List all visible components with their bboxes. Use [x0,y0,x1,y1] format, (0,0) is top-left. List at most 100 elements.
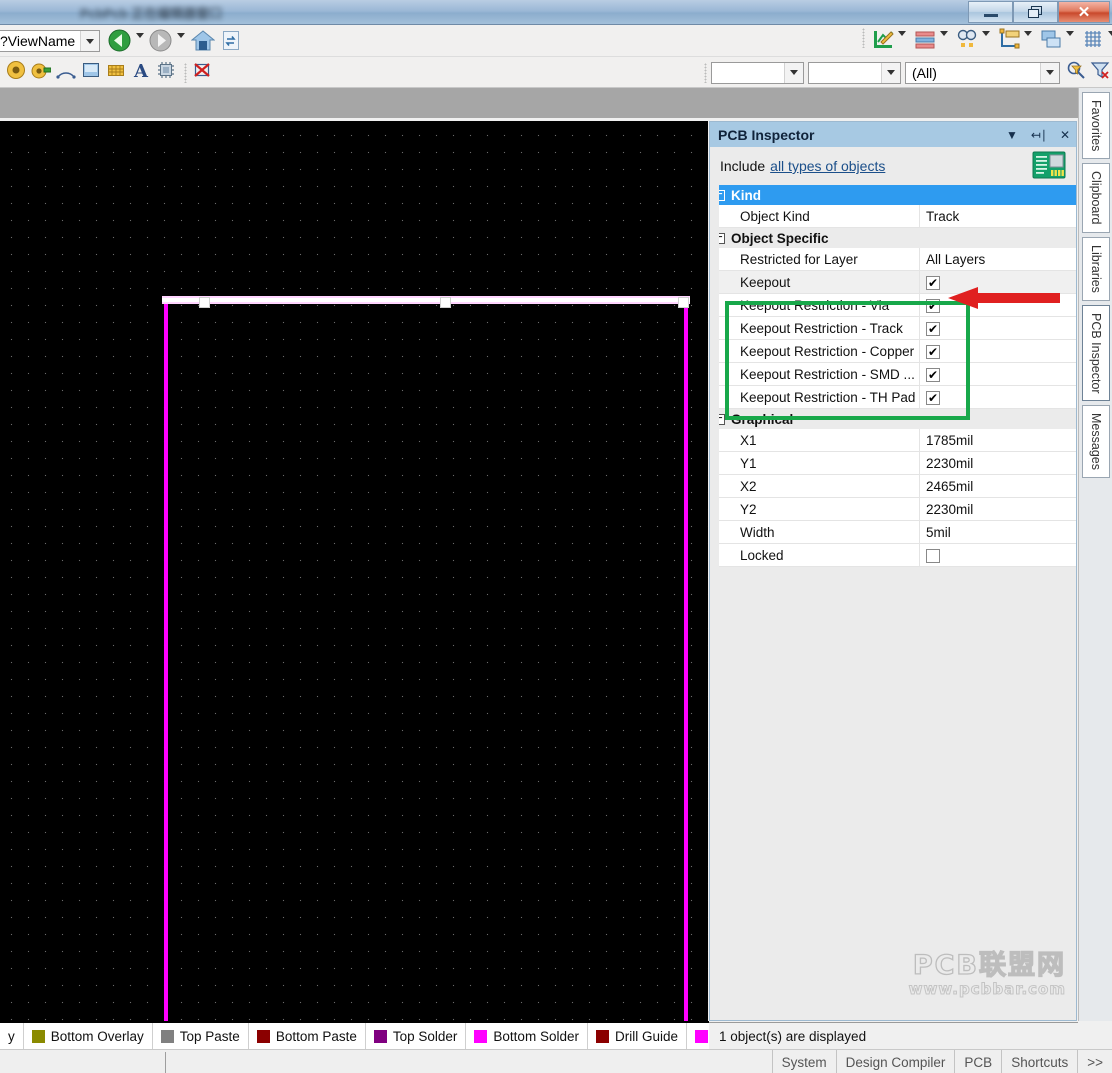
design-rule-check-button[interactable] [872,28,898,55]
chevron-down-icon[interactable] [1040,62,1059,83]
clear-violations-button[interactable] [192,60,212,85]
arc-button[interactable] [56,60,76,85]
drc-dropdown[interactable] [898,30,914,54]
layer-tab-bottom-overlay[interactable]: Bottom Overlay [24,1023,153,1049]
property-row[interactable]: Locked [710,543,1076,567]
component-button[interactable] [156,60,176,85]
property-row[interactable]: Keepout Restriction - SMD ... ✔ [710,362,1076,386]
back-history-dropdown[interactable] [136,33,144,56]
grid-dropdown[interactable] [1108,30,1112,54]
property-row[interactable]: Keepout Restriction - Track ✔ [710,316,1076,340]
filter-gripper[interactable] [704,62,707,83]
property-group-header-graphical[interactable]: − Graphical [710,409,1076,429]
checkbox-checked[interactable]: ✔ [926,298,940,313]
property-value[interactable]: ✔ [920,363,1076,386]
property-row[interactable]: Keepout Restriction - TH Pad ✔ [710,385,1076,409]
property-value[interactable]: ✔ [920,386,1076,409]
chevron-down-icon[interactable]: ▼ [1006,129,1018,141]
bottom-tab-pcb[interactable]: PCB [954,1050,1001,1073]
bottom-tab--[interactable]: >> [1077,1050,1112,1073]
chevron-down-icon[interactable] [80,31,99,51]
selection-handle-mid[interactable] [440,297,451,308]
panel-tab-favorites[interactable]: Favorites [1082,92,1110,160]
property-row[interactable]: Object Kind Track [710,204,1076,228]
property-value[interactable]: ✔ [920,294,1076,317]
property-group-header-object-specific[interactable]: − Object Specific [710,228,1076,248]
property-row[interactable]: X2 2465mil [710,474,1076,498]
string-button[interactable]: A [131,60,151,85]
checkbox-checked[interactable]: ✔ [926,275,940,290]
layer-tab-drill-guide[interactable]: Drill Guide [588,1023,687,1049]
property-row[interactable]: Y1 2230mil [710,451,1076,475]
layer-tab-top-paste[interactable]: Top Paste [153,1023,249,1049]
layer-tab-y[interactable]: y [0,1023,24,1049]
keepout-rectangle[interactable] [164,300,688,1021]
property-value[interactable]: 2465mil [920,475,1076,498]
fill-button[interactable] [81,60,101,85]
pcb-board-icon[interactable] [1032,151,1066,179]
find-similar-dropdown[interactable] [982,30,998,54]
property-row[interactable]: X1 1785mil [710,428,1076,452]
bottom-tab-design-compiler[interactable]: Design Compiler [835,1050,955,1073]
panels-button[interactable] [1040,28,1066,55]
refresh-document-button[interactable] [222,30,242,56]
property-value[interactable]: Track [920,205,1076,228]
apply-filter-button[interactable] [1066,60,1086,85]
property-row[interactable]: Width 5mil [710,520,1076,544]
polygon-pour-button[interactable] [106,60,126,85]
property-row[interactable]: Keepout Restriction - Via ✔ [710,293,1076,317]
grid-button[interactable] [1082,28,1108,55]
close-icon[interactable]: ✕ [1060,129,1070,141]
property-value[interactable]: 2230mil [920,498,1076,521]
include-types-link[interactable]: all types of objects [770,158,885,174]
toolbar-gripper-2[interactable] [184,62,187,83]
view-name-combo[interactable]: c?ViewName [0,30,100,52]
selection-handle-right[interactable] [678,297,689,308]
filter-scope-field[interactable] [711,61,804,84]
bottom-tab-shortcuts[interactable]: Shortcuts [1001,1050,1077,1073]
selected-track-segment[interactable] [162,296,690,304]
home-button[interactable] [169,29,216,57]
measure-button[interactable] [998,28,1024,55]
panel-tab-pcb-inspector[interactable]: PCB Inspector [1082,304,1110,402]
find-similar-objects-button[interactable] [956,28,982,55]
filter-net-field[interactable]: (All) [905,61,1060,84]
via-button[interactable] [6,60,26,85]
minimize-button[interactable] [968,1,1013,23]
measure-dropdown[interactable] [1024,30,1040,54]
property-value[interactable]: ✔ [920,340,1076,363]
back-navigate-button[interactable] [108,29,131,57]
panel-tab-clipboard[interactable]: Clipboard [1082,163,1110,233]
layer-tab-bottom-paste[interactable]: Bottom Paste [249,1023,366,1049]
board-layers-button[interactable] [914,28,940,55]
toolbar-gripper[interactable] [862,28,865,48]
close-button[interactable]: ✕ [1058,1,1110,23]
property-value[interactable]: 5mil [920,521,1076,544]
property-row[interactable]: Restricted for Layer All Layers [710,247,1076,271]
property-group-header-kind[interactable]: − Kind [710,185,1076,205]
property-value[interactable]: ✔ [920,317,1076,340]
property-value[interactable]: ✔ [920,271,1076,294]
clear-filter-button[interactable] [1090,60,1110,85]
property-value[interactable]: All Layers [920,248,1076,271]
checkbox-unchecked[interactable] [926,548,940,563]
pin-icon[interactable]: ↤∣ [1031,129,1047,141]
panel-tab-messages[interactable]: Messages [1082,405,1110,479]
board-layers-dropdown[interactable] [940,30,956,54]
maximize-button[interactable] [1013,1,1058,23]
checkbox-checked[interactable]: ✔ [926,390,940,405]
property-row[interactable]: Y2 2230mil [710,497,1076,521]
checkbox-checked[interactable]: ✔ [926,344,940,359]
panels-dropdown[interactable] [1066,30,1082,54]
filter-object-field[interactable] [808,61,901,84]
checkbox-checked[interactable]: ✔ [926,321,940,336]
panel-tab-libraries[interactable]: Libraries [1082,236,1110,301]
property-value[interactable] [920,544,1076,567]
property-row[interactable]: Keepout ✔ [710,270,1076,294]
property-row[interactable]: Keepout Restriction - Copper ✔ [710,339,1076,363]
chevron-down-icon[interactable] [784,62,803,83]
selection-handle-left[interactable] [199,297,210,308]
layer-tab-top-solder[interactable]: Top Solder [366,1023,467,1049]
pad-button[interactable] [31,60,52,85]
checkbox-checked[interactable]: ✔ [926,367,940,382]
